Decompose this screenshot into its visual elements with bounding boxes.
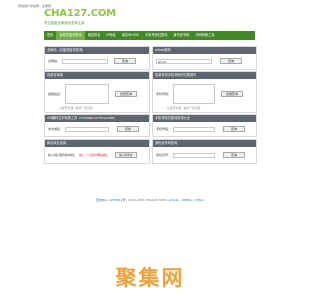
ip-hint: 输入一个完整的网站地址 — [79, 154, 108, 157]
field-label: 全网站： — [48, 59, 61, 63]
panel-title: 全网站（百度关键词查询） — [45, 47, 149, 54]
mobile-input[interactable] — [173, 126, 216, 132]
panel-title: 手机号码归属地查询大全 — [153, 115, 256, 122]
field-label: 手机号码： — [156, 127, 172, 131]
batch-site-button[interactable]: 批量查询 — [115, 91, 138, 97]
panel-unicode: GB编码汉字转换工具（Unicode to Punycode） 中文域名： 转换 — [44, 114, 150, 137]
field-label: 身份证号： — [156, 153, 172, 157]
panel-title: 身份证号码查询 — [153, 140, 256, 147]
panel-title: 批量查询网 — [45, 72, 149, 79]
nav-item-mobile[interactable]: 手机号码归属地 — [142, 31, 170, 40]
panel-ip: 网站域名查询 输入域名/服务器IP地址： 输入一个完整的网站地址 输入框查询 — [44, 139, 150, 164]
mobile-batch-note: 以逗号分割，每行一条记录 — [167, 106, 201, 110]
whois-input[interactable]: whois — [156, 58, 212, 64]
panel-title: 批量查询手机号码的归属城市 — [153, 72, 256, 79]
watermark: 聚集网 — [115, 266, 185, 290]
baidu-search-button[interactable]: 查询 — [114, 58, 137, 64]
batch-site-textarea[interactable] — [65, 84, 110, 104]
footer: 查询中心 1250531号 | 2010-2021 CHA127.COM | a… — [0, 198, 300, 202]
mobile-batch-button[interactable]: 批量查询 — [221, 91, 244, 97]
mobile-batch-textarea[interactable] — [173, 84, 216, 104]
panel-title: whois查询 — [153, 47, 256, 54]
panel-mobile-batch: 批量查询手机号码的归属城市 手机号码： 批量查询 以逗号分割，每行一条记录 — [152, 71, 257, 113]
panel-baidu: 全网站（百度关键词查询） 全网站： 查询 — [44, 46, 150, 70]
footer-icp-link[interactable]: 1250531号 — [109, 198, 125, 202]
footer-home-link[interactable]: 查询中心 — [96, 198, 108, 202]
panel-batch-site: 批量查询网 批量站点： 批量查询 以逗号分割，每行一条记录 — [44, 71, 150, 113]
whois-search-button[interactable]: 查询 — [220, 58, 242, 64]
baidu-input[interactable] — [62, 58, 109, 64]
panel-whois: whois查询 whois 查询 — [152, 46, 257, 70]
mobile-search-button[interactable]: 查询 — [223, 126, 246, 132]
field-label: 手机号码： — [156, 92, 172, 96]
field-label: 输入域名/服务器IP地址： — [48, 154, 78, 157]
unicode-input[interactable] — [65, 126, 110, 132]
panel-title: GB编码汉字转换工具（Unicode to Punycode） — [45, 115, 149, 122]
nav-item-home[interactable]: 首页 — [44, 31, 56, 40]
convert-button[interactable]: 转换 — [117, 126, 140, 132]
footer-links[interactable]: ac9ote - 4RMKL | 3dfxol — [169, 198, 205, 202]
logo-text: CHA127.COM — [44, 8, 116, 19]
field-label: 中文域名： — [48, 127, 64, 131]
footer-copyright: | 2010-2021 CHA127.COM | — [126, 198, 168, 202]
idcard-input[interactable] — [173, 152, 216, 158]
panel-mobile: 手机号码归属地查询大全 手机号码： 查询 — [152, 114, 257, 137]
nav-item-whois[interactable]: 域名WHOIS — [119, 31, 142, 40]
nav-item-baidu[interactable]: 百度关键词查询 — [56, 31, 85, 40]
nav-item-ip[interactable]: IP地址 — [103, 31, 118, 40]
field-label: 批量站点： — [48, 92, 64, 96]
panel-idcard: 身份证号码查询 身份证号： 查询 — [152, 139, 257, 164]
panel-title: 网站域名查询 — [45, 140, 149, 147]
nav-item-rank[interactable]: 网站排名 — [85, 31, 104, 40]
site-logo[interactable]: CHA127.COM 专业智能全网综合查询主网 — [44, 8, 116, 27]
batch-site-note: 以逗号分割，每行一条记录 — [59, 106, 93, 110]
nav-item-tools[interactable]: 代码转换工具 — [192, 31, 217, 40]
ip-search-button[interactable]: 输入框查询 — [114, 152, 137, 158]
logo-tagline: 专业智能全网综合查询主网 — [44, 21, 85, 25]
idcard-search-button[interactable]: 查询 — [223, 152, 246, 158]
main-nav: 首页 百度关键词查询 网站排名 IP地址 域名WHOIS 手机号码归属地 身份证… — [44, 31, 255, 40]
nav-item-idcard[interactable]: 身份证号码 — [170, 31, 192, 40]
